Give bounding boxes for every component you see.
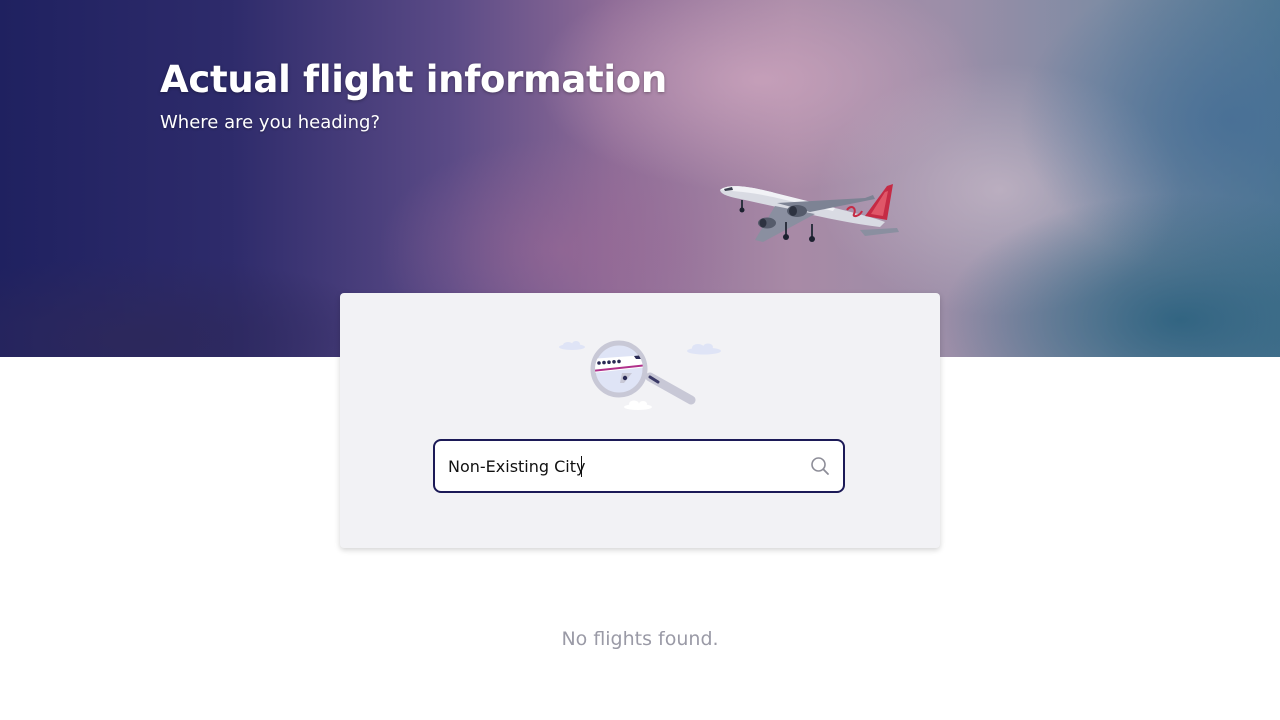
search-icon[interactable] xyxy=(809,455,831,477)
page-subtitle: Where are you heading? xyxy=(160,112,381,133)
text-cursor xyxy=(581,456,582,477)
search-card xyxy=(340,293,940,548)
no-results-message: No flights found. xyxy=(561,628,719,650)
airplane-image xyxy=(720,184,899,242)
magnifier-airplane-icon xyxy=(559,340,721,410)
search-field[interactable] xyxy=(433,439,845,493)
search-input[interactable] xyxy=(448,441,798,491)
page-title: Actual flight information xyxy=(160,58,667,101)
